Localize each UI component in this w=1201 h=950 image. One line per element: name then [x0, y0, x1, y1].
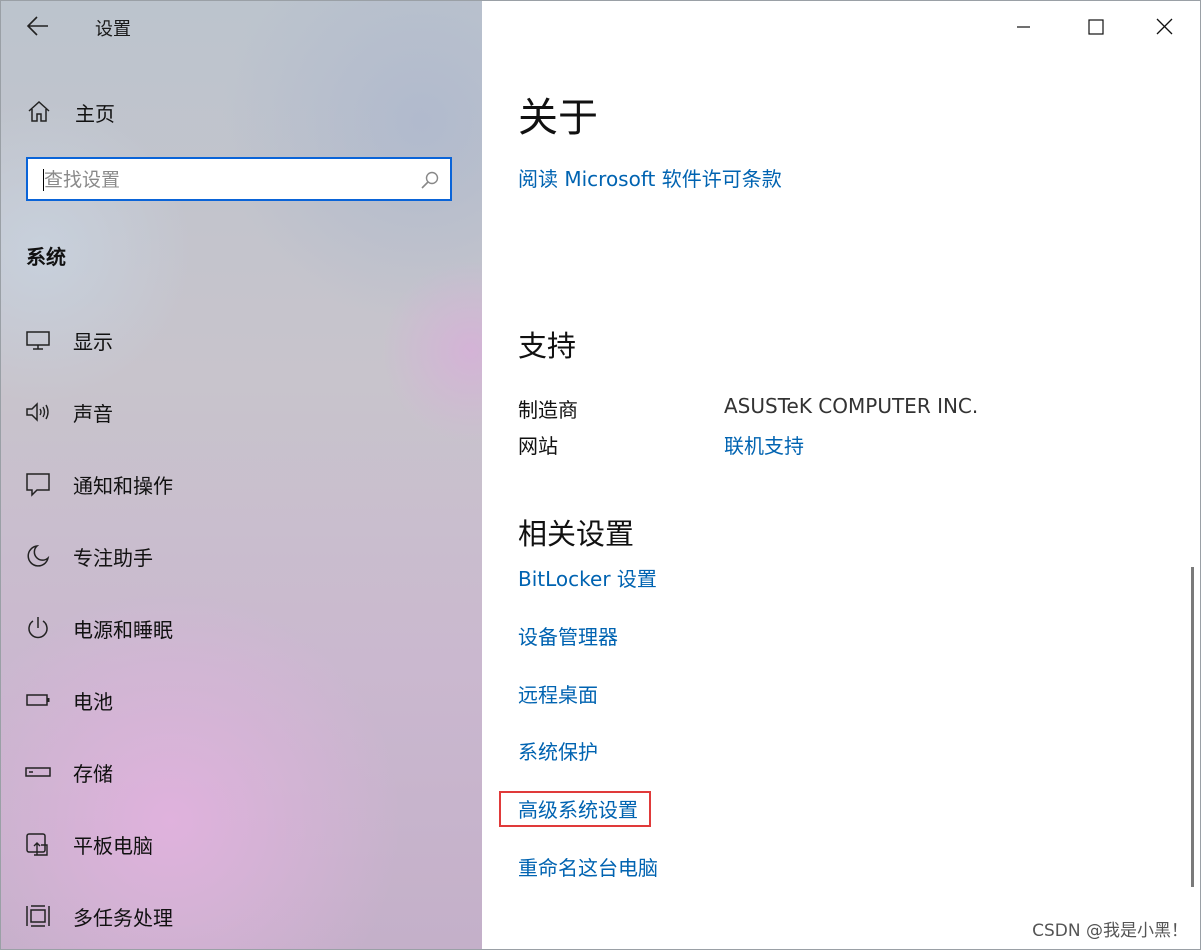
watermark: CSDN @我是小黑！ — [1032, 921, 1188, 941]
tablet-icon — [26, 833, 48, 856]
rename-pc-link[interactable]: 重命名这台电脑 — [518, 852, 658, 881]
power-icon — [28, 617, 48, 639]
manufacturer-value: ASUSTeK COMPUTER INC. — [724, 394, 979, 418]
sidebar-section-title: 系统 — [26, 245, 66, 269]
sidebar-item-sound[interactable]: 声音 — [1, 385, 482, 441]
sidebar-item-storage[interactable]: 存储 — [1, 745, 482, 801]
back-arrow-icon — [26, 16, 48, 36]
remote-desktop-link[interactable]: 远程桌面 — [518, 679, 598, 708]
sidebar-item-label: 显示 — [73, 330, 113, 354]
sidebar-item-label: 声音 — [73, 402, 113, 426]
close-icon — [1156, 18, 1173, 35]
sidebar-item-multitasking[interactable]: 多任务处理 — [1, 889, 482, 945]
sidebar-item-display[interactable]: 显示 — [1, 313, 482, 369]
page-title: 关于 — [518, 95, 598, 141]
app-title: 设置 — [95, 19, 131, 40]
back-button[interactable] — [23, 13, 53, 39]
device-manager-link[interactable]: 设备管理器 — [518, 621, 618, 650]
system-protection-link[interactable]: 系统保护 — [518, 736, 598, 765]
support-heading: 支持 — [518, 329, 577, 363]
bitlocker-settings-link[interactable]: BitLocker 设置 — [518, 563, 657, 592]
sidebar: 设置 主页 系统 显示 — [1, 1, 482, 949]
search-icon[interactable] — [420, 170, 440, 190]
website-label: 网站 — [518, 434, 558, 458]
license-terms-link[interactable]: 阅读 Microsoft 软件许可条款 — [518, 163, 782, 192]
minimize-button[interactable] — [1000, 9, 1046, 45]
sidebar-item-label: 通知和操作 — [73, 474, 173, 498]
sidebar-item-notifications[interactable]: 通知和操作 — [1, 457, 482, 513]
monitor-icon — [26, 331, 50, 350]
close-button[interactable] — [1141, 9, 1187, 45]
advanced-system-settings-link[interactable]: 高级系统设置 — [518, 794, 638, 823]
sidebar-titlebar: 设置 — [1, 1, 482, 51]
sidebar-item-label: 专注助手 — [73, 546, 153, 570]
home-icon — [28, 100, 50, 122]
notification-icon — [26, 473, 50, 497]
sidebar-item-battery[interactable]: 电池 — [1, 673, 482, 729]
storage-icon — [25, 767, 51, 777]
battery-icon — [26, 694, 50, 706]
sidebar-item-label: 电池 — [73, 690, 113, 714]
sidebar-item-label: 多任务处理 — [73, 906, 173, 930]
sidebar-item-label: 主页 — [75, 102, 115, 126]
moon-icon — [27, 544, 50, 567]
manufacturer-label: 制造商 — [518, 398, 578, 422]
sidebar-item-label: 平板电脑 — [73, 834, 153, 858]
sidebar-item-power-sleep[interactable]: 电源和睡眠 — [1, 601, 482, 657]
sidebar-item-home[interactable]: 主页 — [1, 91, 482, 133]
text-caret — [43, 169, 44, 191]
scrollbar[interactable] — [1191, 567, 1194, 887]
search-input[interactable] — [42, 165, 406, 195]
related-settings-heading: 相关设置 — [518, 517, 635, 551]
sidebar-item-focus-assist[interactable]: 专注助手 — [1, 529, 482, 585]
speaker-icon — [26, 402, 49, 422]
multitask-icon — [26, 905, 50, 927]
maximize-icon — [1088, 19, 1104, 35]
search-box — [26, 157, 452, 201]
sidebar-item-tablet[interactable]: 平板电脑 — [1, 817, 482, 873]
online-support-link[interactable]: 联机支持 — [724, 430, 804, 459]
content-pane: 关于 阅读 Microsoft 软件许可条款 支持 制造商 ASUSTeK CO… — [482, 1, 1200, 949]
sidebar-item-label: 电源和睡眠 — [73, 618, 173, 642]
minimize-icon — [1017, 26, 1030, 28]
maximize-button[interactable] — [1072, 9, 1118, 45]
settings-window: 设置 主页 系统 显示 — [0, 0, 1201, 950]
sidebar-item-label: 存储 — [73, 762, 113, 786]
